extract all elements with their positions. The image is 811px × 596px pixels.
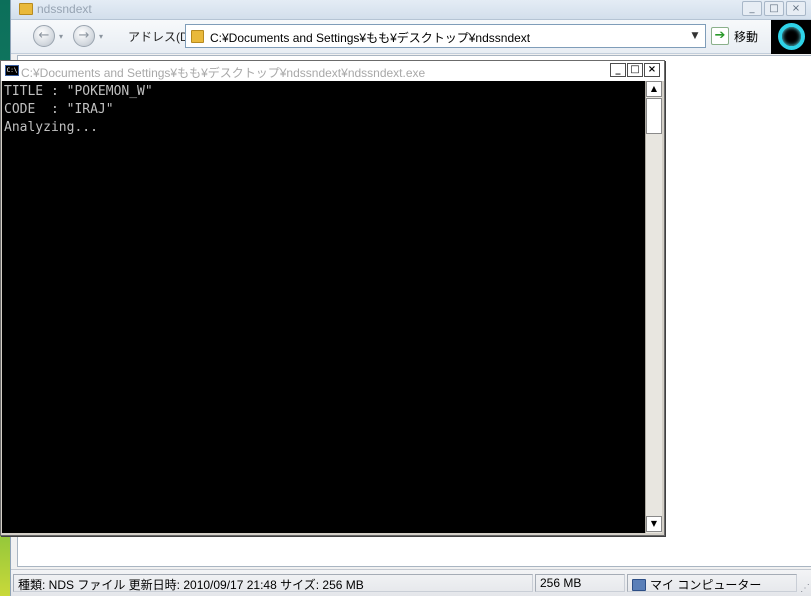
status-info: 種類: NDS ファイル 更新日時: 2010/09/17 21:48 サイズ:… <box>13 574 533 592</box>
console-minimize-button[interactable]: _ <box>610 63 626 77</box>
maximize-button[interactable]: □ <box>764 1 784 16</box>
forward-dropdown-icon[interactable]: ▾ <box>99 32 103 41</box>
forward-arrow-icon[interactable]: → <box>73 25 95 47</box>
console-title: C:¥Documents and Settings¥もも¥デスクトップ¥ndss… <box>21 66 426 80</box>
explorer-title: ndssndext <box>37 2 92 16</box>
console-output[interactable]: TITLE : "POKEMON_W" CODE : "IRAJ" Analyzin… <box>2 81 645 533</box>
throbber-icon <box>778 23 805 50</box>
status-location: マイ コンピューター <box>650 578 762 592</box>
back-dropdown-icon[interactable]: ▾ <box>59 32 63 41</box>
console-close-button[interactable]: × <box>644 63 660 77</box>
back-arrow-icon[interactable]: ← <box>33 25 55 47</box>
go-arrow-icon: ➔ <box>711 27 729 45</box>
address-bar[interactable]: C:¥Documents and Settings¥もも¥デスクトップ¥ndss… <box>185 24 706 48</box>
console-maximize-button[interactable]: □ <box>627 63 643 77</box>
console-window: C:\ C:¥Documents and Settings¥もも¥デスクトップ¥… <box>0 60 665 536</box>
console-icon: C:\ <box>5 65 19 76</box>
close-button[interactable]: × <box>786 1 806 16</box>
status-size: 256 MB <box>535 574 625 592</box>
status-bar: 種類: NDS ファイル 更新日時: 2010/09/17 21:48 サイズ:… <box>11 569 811 596</box>
go-button[interactable]: ➔ 移動 <box>711 26 767 48</box>
console-line: CODE : "IRAJ" <box>4 102 114 117</box>
console-line: TITLE : "POKEMON_W" <box>4 84 153 99</box>
minimize-button[interactable]: _ <box>742 1 762 16</box>
address-dropdown-icon[interactable]: ▼ <box>687 27 703 45</box>
scroll-up-icon[interactable]: ▲ <box>646 81 662 97</box>
go-label: 移動 <box>734 30 759 44</box>
computer-icon <box>632 579 646 591</box>
folder-icon <box>19 3 33 15</box>
resize-grip-icon[interactable]: ⋰ <box>800 583 810 594</box>
scroll-thumb[interactable] <box>646 98 662 134</box>
address-input[interactable]: C:¥Documents and Settings¥もも¥デスクトップ¥ndss… <box>210 29 530 46</box>
status-location-segment: マイ コンピューター <box>627 574 797 592</box>
address-label: アドレス(D) <box>128 30 193 44</box>
folder-icon <box>191 30 204 43</box>
console-line: Analyzing... <box>4 120 98 135</box>
explorer-titlebar[interactable]: ndssndext _ □ × <box>11 0 811 20</box>
throbber <box>771 20 811 54</box>
explorer-toolbar: ← ▾ → ▾ アドレス(D) C:¥Documents and Setting… <box>11 20 811 54</box>
console-titlebar[interactable]: C:\ C:¥Documents and Settings¥もも¥デスクトップ¥… <box>1 61 664 81</box>
console-scrollbar[interactable]: ▲ ▼ <box>645 81 662 533</box>
scroll-down-icon[interactable]: ▼ <box>646 516 662 532</box>
